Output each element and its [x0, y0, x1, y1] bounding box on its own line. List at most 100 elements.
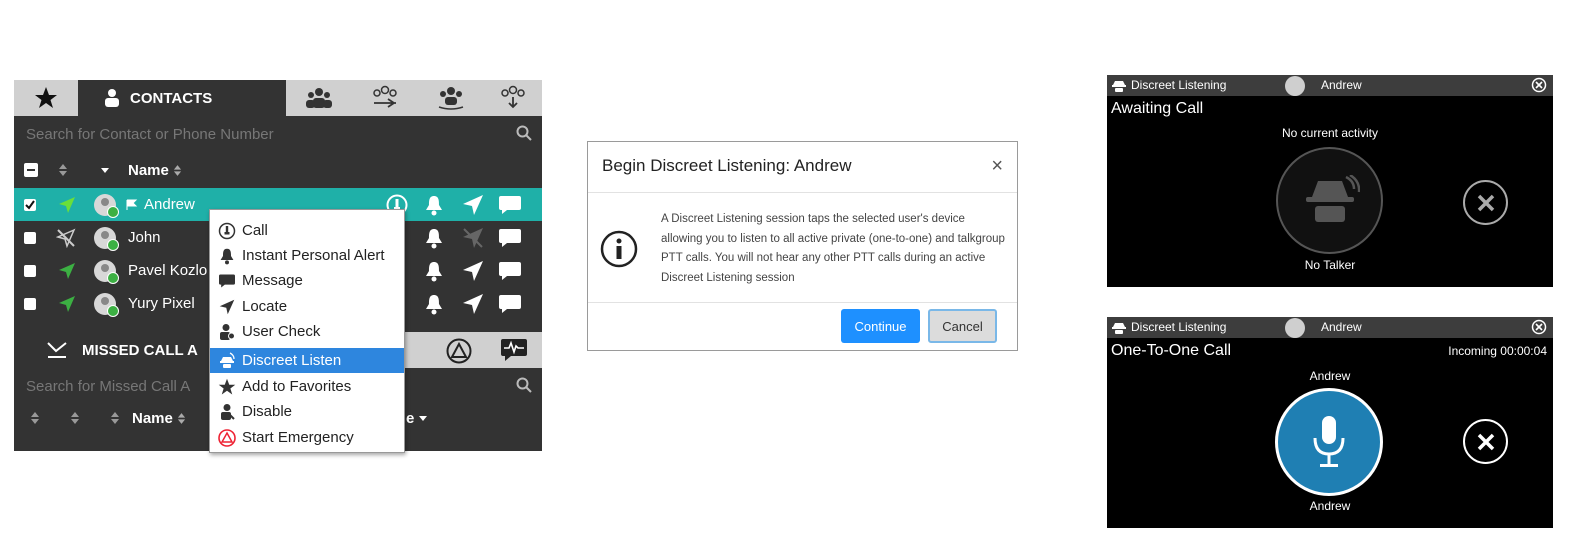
avatar: [94, 188, 119, 221]
sort-status-icon[interactable]: [58, 152, 68, 188]
menu-item-instant-personal-alert[interactable]: Instant Personal Alert: [210, 243, 404, 268]
locate-icon[interactable]: [462, 188, 484, 221]
menu-item-label: Locate: [242, 298, 288, 315]
contact-name: Pavel Kozlo: [128, 262, 208, 279]
missed-column-name[interactable]: Name: [132, 400, 186, 436]
sort-icon: [177, 412, 185, 424]
dialog-title: Begin Discreet Listening: Andrew: [602, 156, 852, 175]
menu-item-message[interactable]: Message: [210, 268, 404, 293]
bell-icon[interactable]: [424, 254, 444, 287]
bell-icon[interactable]: [424, 188, 444, 221]
search-icon[interactable]: [516, 377, 532, 393]
menu-item-user-check[interactable]: User Check: [210, 319, 404, 344]
contacts-tabbar: CONTACTS: [14, 80, 542, 116]
info-icon: [600, 230, 638, 271]
locate-icon[interactable]: [462, 287, 484, 320]
end-session-button[interactable]: [1463, 180, 1508, 225]
menu-item-label: Disable: [242, 403, 293, 420]
row-checkbox[interactable]: [24, 221, 36, 254]
tab-group[interactable]: [286, 80, 352, 116]
menu-item-label: Add to Favorites: [242, 378, 352, 395]
menu-item-label: Instant Personal Alert: [242, 247, 385, 264]
panel-title: Discreet Listening: [1131, 320, 1227, 334]
spy-icon: [1305, 174, 1360, 222]
missed-column-name-label: Name: [132, 409, 173, 427]
sort-icon[interactable]: [70, 400, 80, 436]
contact-name: Andrew: [144, 196, 195, 213]
missed-call-search-placeholder: Search for Missed Call A: [26, 377, 191, 395]
sort-icon[interactable]: [30, 400, 40, 436]
message-icon[interactable]: [498, 254, 522, 287]
group-icon: [306, 88, 332, 108]
close-icon[interactable]: [1531, 77, 1547, 93]
contact-name: Yury Pixel: [128, 295, 195, 312]
row-checkbox[interactable]: [24, 287, 36, 320]
status-available-icon: [58, 287, 76, 320]
avatar: [94, 287, 119, 320]
talker-label: No Talker: [1304, 258, 1356, 272]
menu-item-label: User Check: [242, 323, 321, 340]
status-available-icon: [58, 188, 76, 221]
sort-icon: [173, 164, 181, 176]
column-name[interactable]: Name: [128, 152, 182, 188]
tab-group-send[interactable]: [352, 80, 418, 116]
tab-missed-call[interactable]: MISSED CALL A: [14, 332, 214, 368]
locate-icon[interactable]: [462, 254, 484, 287]
cancel-button[interactable]: Cancel: [928, 309, 997, 343]
row-checkbox[interactable]: [24, 254, 36, 287]
avatar: [94, 221, 119, 254]
message-icon: [218, 272, 236, 290]
close-icon[interactable]: [1531, 319, 1547, 335]
menu-item-disable[interactable]: Disable: [210, 399, 404, 424]
group-download-icon: [501, 85, 525, 109]
row-checkbox[interactable]: [24, 188, 36, 221]
alert-icon[interactable]: [446, 338, 472, 367]
contact-name-cell: Andrew: [126, 188, 195, 221]
end-session-button[interactable]: [1463, 419, 1508, 464]
locate-icon: [218, 298, 236, 316]
caller-name: Andrew: [1309, 369, 1351, 383]
sort-dropdown-icon[interactable]: [100, 152, 110, 188]
menu-item-start-emergency[interactable]: Start Emergency: [210, 425, 404, 450]
bell-icon: [218, 247, 236, 265]
discreet-listening-dialog: Begin Discreet Listening: Andrew × A Dis…: [587, 141, 1018, 351]
call-state: Awaiting Call: [1111, 100, 1204, 117]
sort-icon[interactable]: [110, 400, 120, 436]
emergency-chat-icon[interactable]: [500, 337, 528, 366]
dialog-body: A Discreet Listening session taps the se…: [661, 213, 1005, 284]
panel-title: Discreet Listening: [1131, 78, 1227, 92]
contact-search-input[interactable]: Search for Contact or Phone Number: [14, 116, 542, 152]
bell-icon[interactable]: [424, 287, 444, 320]
menu-item-label: Discreet Listen: [242, 352, 342, 369]
discreet-listen-icon: [218, 351, 236, 370]
call-state: One-To-One Call: [1111, 342, 1232, 359]
continue-button[interactable]: Continue: [841, 309, 920, 343]
menu-item-add-to-favorites[interactable]: Add to Favorites: [210, 374, 404, 399]
bell-icon[interactable]: [424, 221, 444, 254]
tab-contacts-label: CONTACTS: [130, 89, 213, 107]
menu-item-discreet-listen[interactable]: Discreet Listen: [210, 348, 404, 373]
status-unavailable-icon: [56, 221, 76, 254]
discreet-listen-icon: [1112, 323, 1126, 334]
tab-favorites[interactable]: [14, 80, 78, 116]
column-name-label: Name: [128, 161, 169, 179]
missed-column-time[interactable]: e: [406, 400, 428, 436]
menu-item-call[interactable]: Call: [210, 218, 404, 243]
tab-group-download[interactable]: [484, 80, 542, 116]
message-icon[interactable]: [498, 221, 522, 254]
tab-contacts[interactable]: CONTACTS: [78, 80, 286, 116]
search-icon[interactable]: [516, 125, 532, 141]
message-icon[interactable]: [498, 287, 522, 320]
select-all-checkbox[interactable]: [24, 152, 38, 188]
discreet-listening-awaiting-panel: Discreet Listening Andrew Awaiting Call …: [1107, 75, 1553, 287]
menu-item-locate[interactable]: Locate: [210, 294, 404, 319]
message-icon[interactable]: [498, 188, 522, 221]
contact-search-placeholder: Search for Contact or Phone Number: [26, 125, 274, 143]
close-icon[interactable]: ×: [991, 156, 1003, 176]
emergency-icon: [218, 428, 236, 447]
tab-group-talk[interactable]: [418, 80, 484, 116]
user-check-icon: [218, 323, 236, 341]
call-icon: [218, 222, 236, 240]
status-available-icon: [58, 254, 76, 287]
star-icon: [218, 378, 236, 396]
